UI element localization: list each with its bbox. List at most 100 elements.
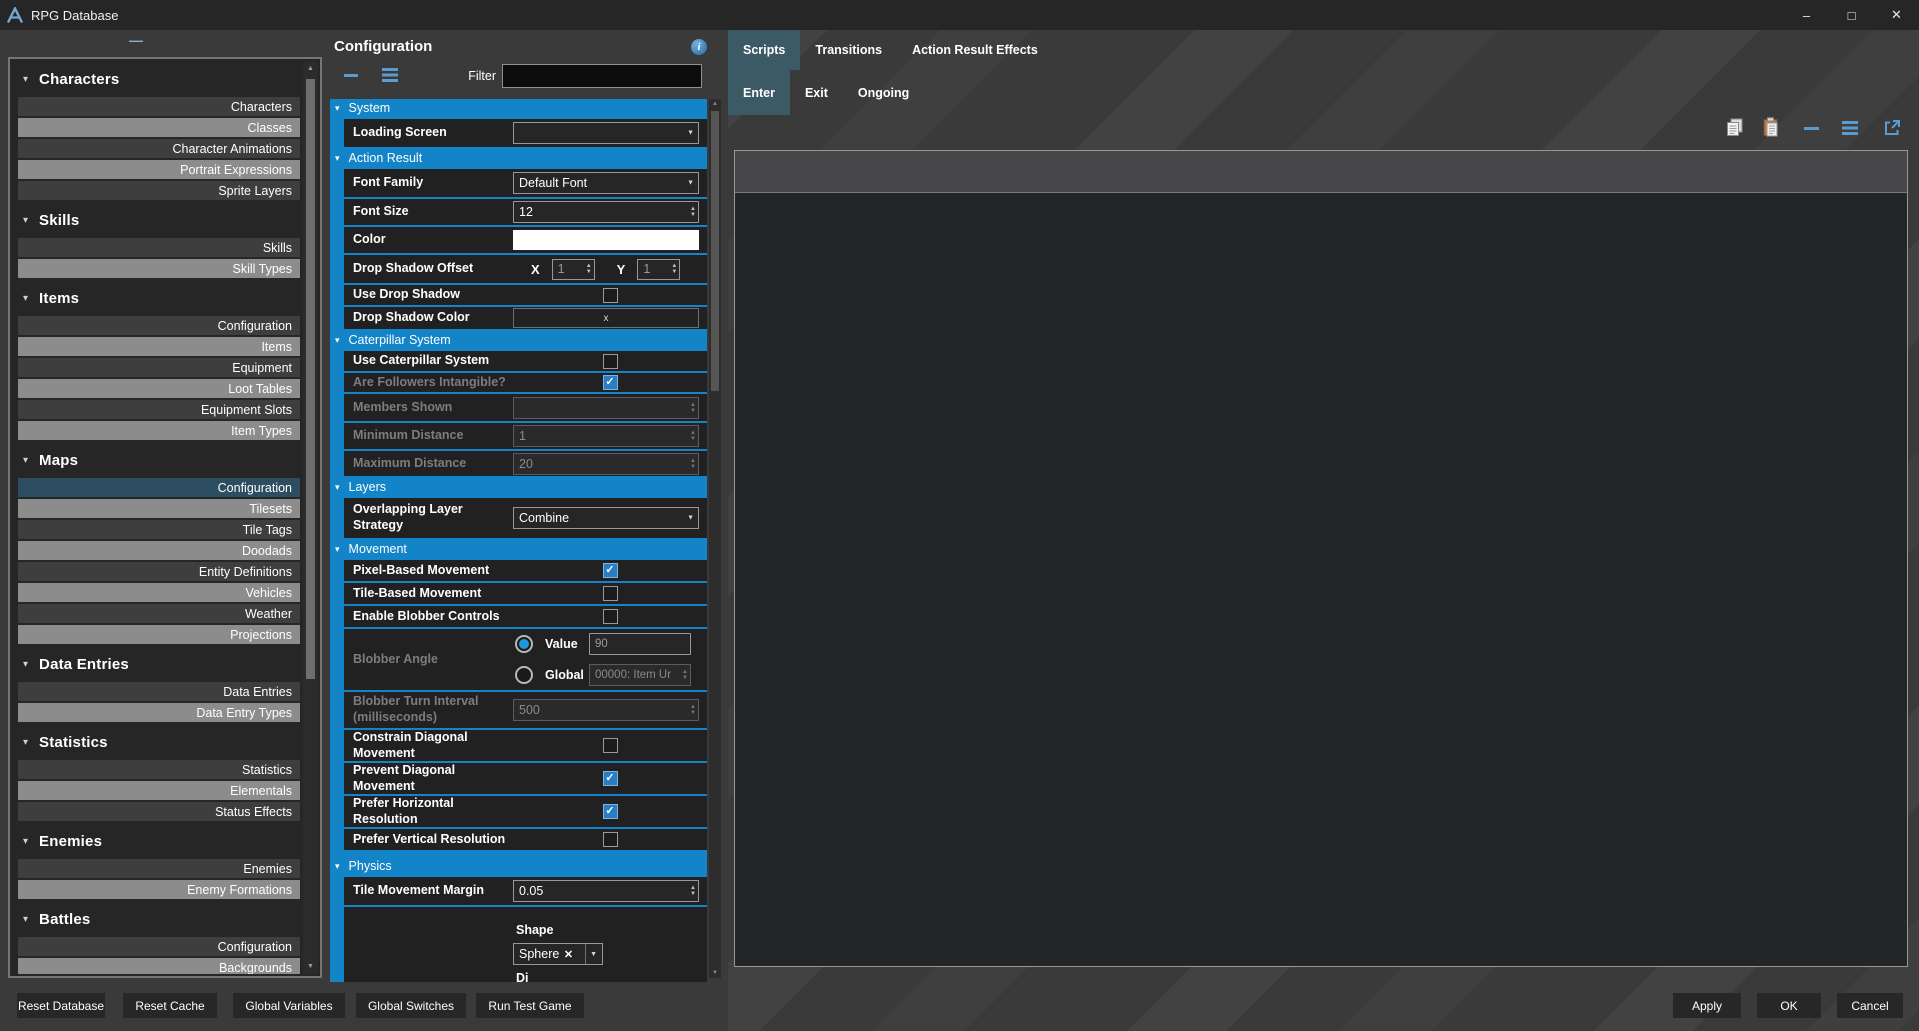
sidebar-section-characters[interactable]: ▾ Characters (18, 69, 300, 89)
prefer-vertical-resolution-checkbox[interactable] (603, 832, 618, 847)
spinner-arrows-icon[interactable] (586, 263, 592, 275)
shape-dropdown[interactable]: Sphere ✕ (513, 943, 603, 965)
tile-based-movement-checkbox[interactable] (603, 586, 618, 601)
tab-ongoing[interactable]: Ongoing (843, 70, 924, 115)
sidebar-item-skills[interactable]: Skills (18, 238, 300, 257)
sidebar-item-items[interactable]: Items (18, 337, 300, 356)
sidebar-scrollbar[interactable]: ▲ ▼ (303, 61, 318, 974)
tab-scripts[interactable]: Scripts (728, 30, 800, 70)
pixel-based-movement-checkbox[interactable] (603, 563, 618, 578)
spinner-arrows-icon[interactable] (682, 669, 688, 681)
use-drop-shadow-checkbox[interactable] (603, 288, 618, 303)
sidebar-item-weather[interactable]: Weather (18, 604, 300, 623)
cancel-button[interactable]: Cancel (1837, 993, 1903, 1018)
font-family-dropdown[interactable]: Default Font (513, 172, 699, 194)
global-switches-button[interactable]: Global Switches (356, 993, 466, 1018)
sidebar-section-items[interactable]: ▾ Items (18, 288, 300, 308)
color-swatch[interactable] (513, 230, 699, 250)
sidebar-item-enemy-formations[interactable]: Enemy Formations (18, 880, 300, 899)
sidebar-item-data-entries[interactable]: Data Entries (18, 682, 300, 701)
tab-exit[interactable]: Exit (790, 70, 843, 115)
spinner-arrows-icon[interactable] (690, 885, 696, 897)
blobber-angle-global-dropdown[interactable]: 00000: Item Ur (589, 664, 691, 686)
sidebar-item-data-entry-types[interactable]: Data Entry Types (18, 703, 300, 722)
sidebar-section-maps[interactable]: ▾ Maps (18, 450, 300, 470)
menu-icon[interactable] (382, 68, 398, 82)
members-shown-spinner[interactable] (513, 397, 699, 419)
spinner-arrows-icon[interactable] (690, 458, 696, 470)
scroll-up-icon[interactable]: ▲ (303, 65, 318, 72)
prevent-diagonal-movement-checkbox[interactable] (603, 771, 618, 786)
sidebar-item-status-effects[interactable]: Status Effects (18, 802, 300, 821)
section-header-caterpillar-system[interactable]: ▾ Caterpillar System (330, 331, 707, 349)
spinner-arrows-icon[interactable] (690, 430, 696, 442)
close-button[interactable]: ✕ (1874, 0, 1919, 30)
sidebar-item-battles-configuration[interactable]: Configuration (18, 937, 300, 956)
section-header-system[interactable]: ▾ System (330, 99, 707, 117)
copy-icon[interactable] (1726, 118, 1744, 142)
open-external-icon[interactable] (1884, 119, 1901, 141)
menu-icon[interactable] (1842, 121, 1858, 135)
sidebar-item-skill-types[interactable]: Skill Types (18, 259, 300, 278)
sidebar-item-equipment[interactable]: Equipment (18, 358, 300, 377)
apply-button[interactable]: Apply (1673, 993, 1741, 1018)
scrollbar-thumb[interactable] (306, 79, 315, 679)
sidebar-section-statistics[interactable]: ▾ Statistics (18, 732, 300, 752)
scrollbar-thumb[interactable] (711, 111, 719, 391)
blobber-turn-interval-spinner[interactable]: 500 (513, 699, 699, 721)
sidebar-item-loot-tables[interactable]: Loot Tables (18, 379, 300, 398)
maximize-button[interactable]: □ (1829, 0, 1874, 30)
enable-blobber-controls-checkbox[interactable] (603, 609, 618, 624)
scroll-up-icon[interactable]: ▲ (709, 101, 721, 107)
sidebar-item-item-types[interactable]: Item Types (18, 421, 300, 440)
loading-screen-dropdown[interactable] (513, 122, 699, 144)
paste-icon[interactable] (1763, 117, 1780, 142)
reset-database-button[interactable]: Reset Database (17, 993, 105, 1018)
reset-cache-button[interactable]: Reset Cache (123, 993, 217, 1018)
sidebar-section-battles[interactable]: ▾ Battles (18, 909, 300, 929)
sidebar-item-maps-configuration[interactable]: Configuration (18, 478, 300, 497)
spinner-arrows-icon[interactable] (690, 402, 696, 414)
blobber-angle-value-input[interactable]: 90 (589, 633, 691, 655)
sidebar-item-entity-definitions[interactable]: Entity Definitions (18, 562, 300, 581)
use-caterpillar-system-checkbox[interactable] (603, 354, 618, 369)
sidebar-item-character-animations[interactable]: Character Animations (18, 139, 300, 158)
sidebar-item-doodads[interactable]: Doodads (18, 541, 300, 560)
global-variables-button[interactable]: Global Variables (233, 993, 345, 1018)
offset-x-spinner[interactable]: 1 (552, 259, 595, 280)
sidebar-item-statistics[interactable]: Statistics (18, 760, 300, 779)
sidebar-item-tile-tags[interactable]: Tile Tags (18, 520, 300, 539)
sidebar-item-items-configuration[interactable]: Configuration (18, 316, 300, 335)
blobber-angle-value-radio[interactable] (515, 635, 533, 653)
sidebar-item-vehicles[interactable]: Vehicles (18, 583, 300, 602)
sidebar-item-classes[interactable]: Classes (18, 118, 300, 137)
sidebar-item-sprite-layers[interactable]: Sprite Layers (18, 181, 300, 200)
section-header-action-result[interactable]: ▾ Action Result (330, 149, 707, 167)
spinner-arrows-icon[interactable] (671, 263, 677, 275)
tile-movement-margin-spinner[interactable]: 0.05 (513, 880, 699, 902)
maximum-distance-spinner[interactable]: 20 (513, 453, 699, 475)
filter-input[interactable] (502, 64, 702, 88)
blobber-angle-global-radio[interactable] (515, 666, 533, 684)
sidebar-item-backgrounds[interactable]: Backgrounds (18, 958, 300, 974)
sidebar-collapse-button[interactable]: — (129, 39, 145, 44)
sidebar-item-projections[interactable]: Projections (18, 625, 300, 644)
sidebar-section-skills[interactable]: ▾ Skills (18, 210, 300, 230)
sidebar-item-portrait-expressions[interactable]: Portrait Expressions (18, 160, 300, 179)
sidebar-section-data-entries[interactable]: ▾ Data Entries (18, 654, 300, 674)
spinner-arrows-icon[interactable] (690, 206, 696, 218)
sidebar-item-enemies[interactable]: Enemies (18, 859, 300, 878)
collapse-all-button[interactable] (1804, 127, 1819, 130)
run-test-game-button[interactable]: Run Test Game (476, 993, 584, 1018)
constrain-diagonal-movement-checkbox[interactable] (603, 738, 618, 753)
tab-enter[interactable]: Enter (728, 70, 790, 115)
section-header-physics[interactable]: ▾ Physics (330, 857, 707, 875)
section-header-movement[interactable]: ▾ Movement (330, 540, 707, 558)
sidebar-item-equipment-slots[interactable]: Equipment Slots (18, 400, 300, 419)
sidebar-item-characters[interactable]: Characters (18, 97, 300, 116)
tab-action-result-effects[interactable]: Action Result Effects (897, 30, 1053, 70)
spinner-arrows-icon[interactable] (690, 704, 696, 716)
section-header-layers[interactable]: ▾ Layers (330, 478, 707, 496)
clear-icon[interactable]: ✕ (564, 948, 581, 961)
sidebar-item-tilesets[interactable]: Tilesets (18, 499, 300, 518)
